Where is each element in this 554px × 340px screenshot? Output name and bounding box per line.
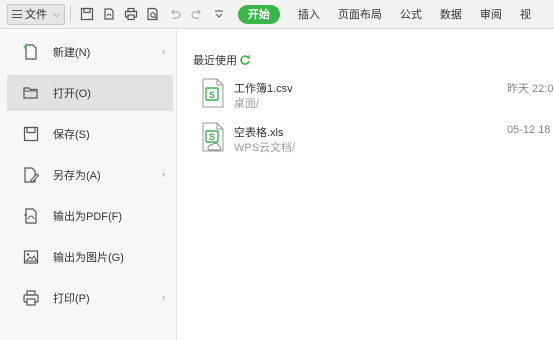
tab-home[interactable]: 开始 bbox=[237, 4, 280, 24]
save-icon bbox=[21, 124, 41, 144]
recent-files-heading: 最近使用 bbox=[193, 52, 251, 68]
recent-title-text: 最近使用 bbox=[193, 55, 237, 67]
tab-formulas[interactable]: 公式 bbox=[400, 6, 422, 22]
menu-item-save[interactable]: 保存(S) bbox=[7, 116, 173, 152]
export-pdf-icon[interactable] bbox=[100, 5, 118, 23]
recent-file-row[interactable]: S 空表格.xls WPS云文档/ 05-12 18 bbox=[200, 122, 554, 160]
tab-page-layout[interactable]: 页面布局 bbox=[338, 6, 382, 22]
tab-view[interactable]: 视 bbox=[520, 6, 531, 22]
menu-item-label: 输出为PDF(F) bbox=[53, 211, 123, 223]
menu-item-save-as[interactable]: 另存为(A) › bbox=[7, 157, 173, 193]
chevron-right-icon: › bbox=[162, 169, 165, 179]
chevron-right-icon: › bbox=[162, 46, 165, 56]
file-name: 空表格.xls bbox=[234, 127, 284, 139]
menu-item-label: 打开(O) bbox=[53, 88, 91, 100]
file-time: 05-12 18 bbox=[507, 124, 551, 136]
file-menu-panel: 新建(N) › 打开(O) 保存(S) 另存为(A) › 输出为PDF(F) 输… bbox=[0, 30, 177, 340]
svg-text:S: S bbox=[209, 90, 215, 100]
file-time: 昨天 22:0 bbox=[507, 83, 554, 95]
save-as-icon bbox=[21, 165, 41, 185]
undo-icon[interactable] bbox=[166, 5, 184, 23]
export-pdf-icon bbox=[21, 206, 41, 226]
hamburger-icon bbox=[12, 10, 22, 18]
top-toolbar: 文件 ⌵ 开始 插入 页面布局 公式 数据 审阅 视 bbox=[0, 0, 554, 29]
toolbar-divider bbox=[69, 6, 71, 22]
tab-review[interactable]: 审阅 bbox=[480, 6, 502, 22]
spreadsheet-file-icon: S bbox=[202, 78, 224, 108]
menu-item-label: 输出为图片(G) bbox=[53, 252, 124, 264]
save-icon[interactable] bbox=[78, 5, 96, 23]
menu-item-open[interactable]: 打开(O) bbox=[7, 75, 173, 111]
menu-item-label: 另存为(A) bbox=[53, 170, 101, 182]
menu-item-export-image[interactable]: 输出为图片(G) bbox=[7, 239, 173, 275]
menu-item-label: 新建(N) bbox=[53, 47, 91, 59]
menu-item-label: 保存(S) bbox=[53, 129, 90, 141]
file-path: 桌面/ bbox=[234, 98, 260, 110]
new-file-icon bbox=[21, 42, 41, 62]
print-icon bbox=[21, 288, 41, 308]
folder-open-icon bbox=[21, 83, 41, 103]
cloud-spreadsheet-file-icon: S bbox=[202, 122, 224, 152]
print-icon[interactable] bbox=[122, 5, 140, 23]
tab-data[interactable]: 数据 bbox=[440, 6, 462, 22]
export-image-icon bbox=[21, 247, 41, 267]
menu-item-label: 打印(P) bbox=[53, 293, 90, 305]
refresh-icon[interactable] bbox=[239, 54, 251, 66]
tab-insert[interactable]: 插入 bbox=[298, 6, 320, 22]
menu-item-print[interactable]: 打印(P) › bbox=[7, 280, 173, 316]
file-name: 工作簿1.csv bbox=[234, 83, 293, 95]
redo-icon[interactable] bbox=[188, 5, 206, 23]
recent-file-row[interactable]: S 工作簿1.csv 桌面/ 昨天 22:0 bbox=[200, 78, 554, 116]
chevron-down-icon: ⌵ bbox=[53, 8, 60, 19]
chevron-right-icon: › bbox=[162, 292, 165, 302]
customize-toolbar-icon[interactable] bbox=[210, 5, 228, 23]
file-menu-label: 文件 bbox=[25, 9, 47, 21]
file-path: WPS云文档/ bbox=[234, 142, 296, 154]
file-menu-button[interactable]: 文件 ⌵ bbox=[7, 3, 65, 25]
svg-text:S: S bbox=[209, 132, 215, 142]
menu-item-export-pdf[interactable]: 输出为PDF(F) bbox=[7, 198, 173, 234]
menu-item-new[interactable]: 新建(N) › bbox=[7, 34, 173, 70]
print-preview-icon[interactable] bbox=[144, 5, 162, 23]
